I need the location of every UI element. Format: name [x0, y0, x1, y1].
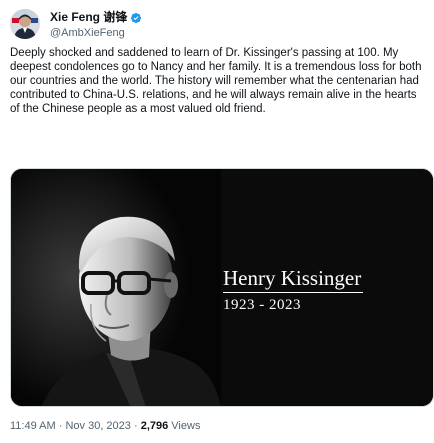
tweet-header: Xie Feng 谢锋 @AmbXieFeng [10, 9, 424, 39]
tweet-date[interactable]: Nov 30, 2023 [65, 420, 130, 432]
author-handle[interactable]: @AmbXieFeng [50, 26, 142, 40]
avatar-image [10, 9, 40, 39]
author-display-name[interactable]: Xie Feng 谢锋 [50, 10, 127, 25]
caption-divider [223, 292, 363, 293]
tweet-text: Deeply shocked and saddened to learn of … [10, 47, 422, 115]
tweet-metadata: 11:49 AM · Nov 30, 2023 · 2,796 Views [10, 419, 200, 433]
verified-badge-icon [131, 12, 142, 23]
memorial-caption: Henry Kissinger 1923 - 2023 [223, 266, 363, 314]
meta-separator: · [133, 420, 138, 432]
tweet-time[interactable]: 11:49 AM [10, 420, 56, 432]
author-info: Xie Feng 谢锋 @AmbXieFeng [50, 10, 142, 40]
views-count[interactable]: 2,796 [141, 420, 169, 432]
views-label: Views [171, 420, 201, 432]
tweet-media-image[interactable]: Henry Kissinger 1923 - 2023 [10, 168, 434, 407]
meta-separator: · [58, 420, 63, 432]
memorial-years: 1923 - 2023 [223, 297, 301, 313]
memorial-name: Henry Kissinger [223, 266, 362, 290]
avatar[interactable] [10, 9, 40, 39]
